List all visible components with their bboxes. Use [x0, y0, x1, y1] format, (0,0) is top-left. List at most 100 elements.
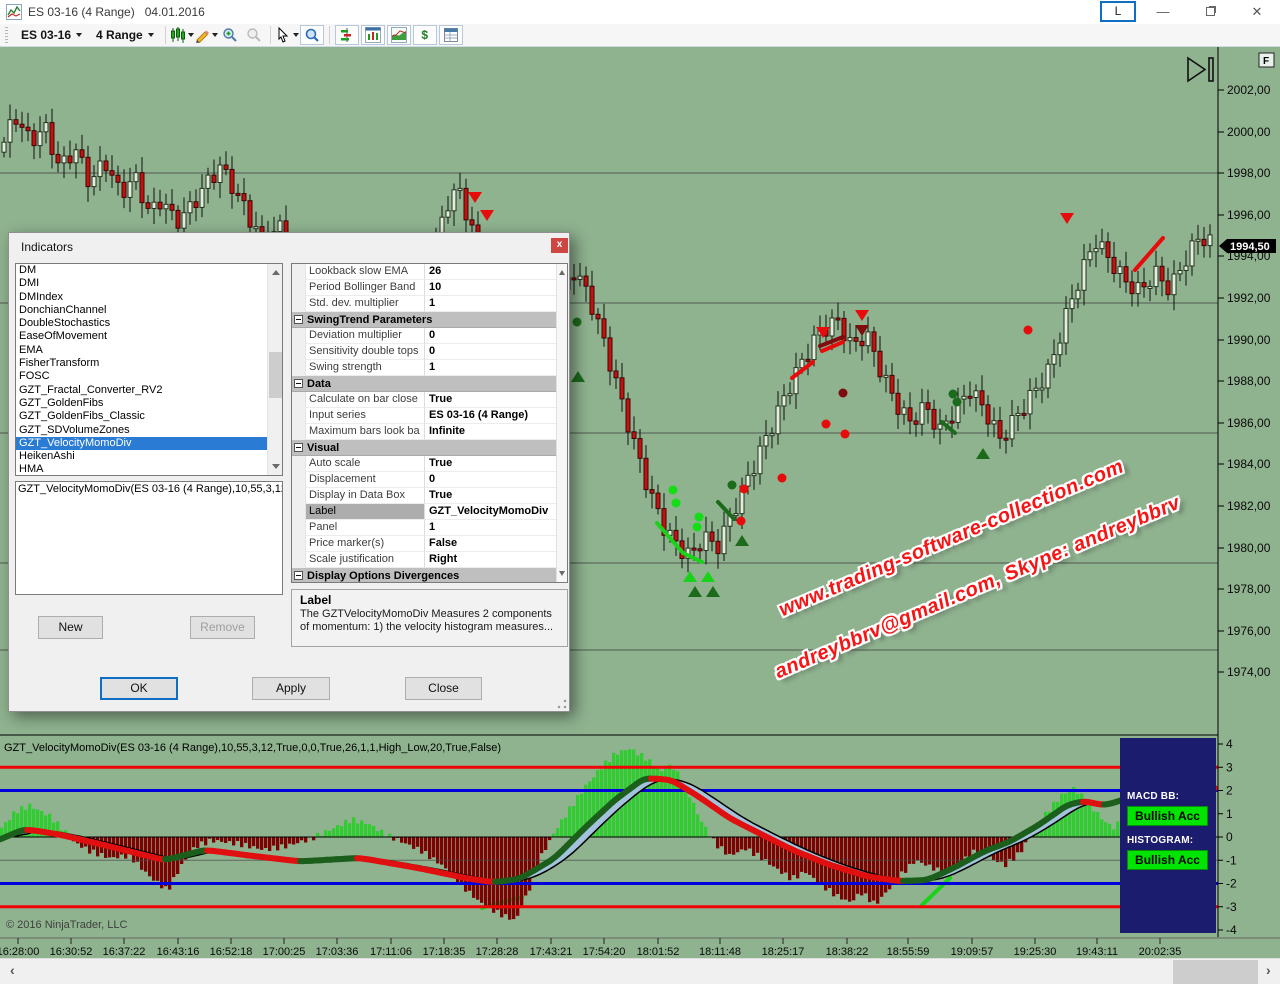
property-value[interactable]: 0	[425, 472, 567, 488]
minimize-button[interactable]: —	[1143, 0, 1183, 24]
property-row[interactable]: Swing strength1	[292, 360, 567, 376]
new-button[interactable]: New	[38, 616, 103, 639]
resize-grip[interactable]	[557, 699, 567, 709]
indicator-list[interactable]: DMDMIDMIndexDonchianChannelDoubleStochas…	[15, 263, 283, 476]
property-value[interactable]: 1	[425, 360, 567, 376]
property-value[interactable]: True	[425, 456, 567, 472]
remove-button[interactable]: Remove	[190, 616, 255, 639]
close-button[interactable]: Close	[405, 677, 482, 700]
scrollbar-thumb[interactable]	[1173, 960, 1258, 984]
property-row[interactable]: Period Bollinger Band10	[292, 280, 567, 296]
property-value[interactable]: 1	[425, 296, 567, 312]
data-box-button[interactable]	[300, 25, 324, 45]
property-row[interactable]: Deviation multiplier0	[292, 328, 567, 344]
indicator-list-scrollbar[interactable]	[267, 264, 282, 475]
scroll-up-icon[interactable]	[272, 270, 280, 275]
property-value[interactable]: 26	[425, 264, 567, 280]
collapse-icon[interactable]	[294, 379, 303, 388]
property-group-row[interactable]: Display Options Divergences	[292, 568, 567, 583]
list-item[interactable]: HMA	[16, 463, 282, 476]
chart-style-button[interactable]	[170, 25, 194, 45]
property-row[interactable]: Sensitivity double tops0	[292, 344, 567, 360]
property-value[interactable]: Infinite	[425, 424, 567, 440]
property-value[interactable]: GZT_VelocityMomoDiv	[425, 504, 567, 520]
property-value[interactable]: 10	[425, 280, 567, 296]
configured-indicators-box[interactable]: GZT_VelocityMomoDiv(ES 03-16 (4 Range),1…	[15, 481, 283, 595]
scroll-up-icon[interactable]	[559, 270, 565, 275]
list-item[interactable]: DM	[16, 264, 282, 277]
list-item[interactable]: DonchianChannel	[16, 304, 282, 317]
list-item[interactable]: DMI	[16, 277, 282, 290]
property-row[interactable]: Scale justificationRight	[292, 552, 567, 568]
chart-window-button[interactable]	[361, 25, 385, 45]
collapse-icon[interactable]	[294, 571, 303, 580]
list-item[interactable]: DoubleStochastics	[16, 317, 282, 330]
scrollbar-thumb[interactable]	[269, 352, 282, 398]
list-item[interactable]: HeikenAshi	[16, 450, 282, 463]
property-value[interactable]: Right	[425, 552, 567, 568]
link-button[interactable]: L	[1100, 1, 1136, 22]
account-button[interactable]: $	[413, 25, 437, 45]
property-row[interactable]: Std. dev. multiplier1	[292, 296, 567, 312]
histogram-status-badge[interactable]: Bullish Acc	[1127, 850, 1208, 870]
scroll-down-icon[interactable]	[272, 464, 280, 469]
apply-button[interactable]: Apply	[252, 677, 330, 700]
period-selector[interactable]: 4 Range	[89, 25, 161, 45]
property-row[interactable]: Lookback slow EMA26	[292, 264, 567, 280]
scroll-right-icon[interactable]: ›	[1266, 962, 1271, 978]
property-group-row[interactable]: SwingTrend Parameters	[292, 312, 567, 328]
restore-button[interactable]	[1190, 0, 1230, 24]
area-chart-button[interactable]	[387, 25, 411, 45]
property-value[interactable]: False	[425, 536, 567, 552]
collapse-icon[interactable]	[294, 315, 303, 324]
property-row[interactable]: Price marker(s)False	[292, 536, 567, 552]
property-row[interactable]: Auto scaleTrue	[292, 456, 567, 472]
list-item[interactable]: DMIndex	[16, 291, 282, 304]
title-bar[interactable]: ES 03-16 (4 Range)04.01.2016 L — ✕	[0, 0, 1280, 24]
property-row[interactable]: LabelGZT_VelocityMomoDiv	[292, 504, 567, 520]
cursor-tool-button[interactable]	[275, 25, 299, 45]
property-row[interactable]: Calculate on bar closeTrue	[292, 392, 567, 408]
list-item[interactable]: FOSC	[16, 370, 282, 383]
ok-button[interactable]: OK	[100, 677, 178, 700]
list-item[interactable]: GZT_VelocityMomoDiv	[16, 437, 282, 450]
data-grid-button[interactable]	[439, 25, 463, 45]
close-window-button[interactable]: ✕	[1237, 0, 1277, 24]
property-value[interactable]: 1	[425, 520, 567, 536]
property-row[interactable]: Panel1	[292, 520, 567, 536]
list-item[interactable]: FisherTransform	[16, 357, 282, 370]
list-item[interactable]: GZT_GoldenFibs_Classic	[16, 410, 282, 423]
draw-tool-button[interactable]	[194, 25, 218, 45]
list-item[interactable]: GZT_Fractal_Converter_RV2	[16, 384, 282, 397]
market-analyzer-button[interactable]	[335, 25, 359, 45]
scroll-down-icon[interactable]	[559, 571, 565, 576]
scroll-left-icon[interactable]: ‹	[10, 962, 15, 978]
property-value[interactable]: True	[425, 392, 567, 408]
macd-bb-status-badge[interactable]: Bullish Acc	[1127, 806, 1208, 826]
zoom-in-button[interactable]	[218, 25, 242, 45]
property-row[interactable]: Maximum bars look baInfinite	[292, 424, 567, 440]
property-grid-scrollbar[interactable]	[556, 264, 567, 582]
list-item[interactable]: EaseOfMovement	[16, 330, 282, 343]
zoom-out-button[interactable]	[242, 25, 266, 45]
list-item[interactable]: EMA	[16, 344, 282, 357]
property-row[interactable]: Displacement0	[292, 472, 567, 488]
toolbar-grip[interactable]	[5, 27, 8, 43]
property-grid[interactable]: Lookback slow EMA26Period Bollinger Band…	[291, 263, 568, 583]
collapse-icon[interactable]	[294, 443, 303, 452]
property-group-row[interactable]: Visual	[292, 440, 567, 456]
property-group-row[interactable]: Data	[292, 376, 567, 392]
horizontal-scrollbar[interactable]: ‹ ›	[0, 958, 1280, 984]
price-axis[interactable]: 2002,002000,001998,001996,001994,001992,…	[1218, 83, 1276, 679]
property-value[interactable]: 0	[425, 344, 567, 360]
instrument-selector[interactable]: ES 03-16	[14, 25, 89, 45]
dialog-close-button[interactable]: x	[551, 238, 568, 253]
svg-text:17:03:36: 17:03:36	[316, 946, 359, 958]
property-row[interactable]: Display in Data BoxTrue	[292, 488, 567, 504]
property-value[interactable]: 0	[425, 328, 567, 344]
property-value[interactable]: True	[425, 488, 567, 504]
property-row[interactable]: Input seriesES 03-16 (4 Range)	[292, 408, 567, 424]
list-item[interactable]: GZT_GoldenFibs	[16, 397, 282, 410]
property-value[interactable]: ES 03-16 (4 Range)	[425, 408, 567, 424]
list-item[interactable]: GZT_SDVolumeZones	[16, 424, 282, 437]
